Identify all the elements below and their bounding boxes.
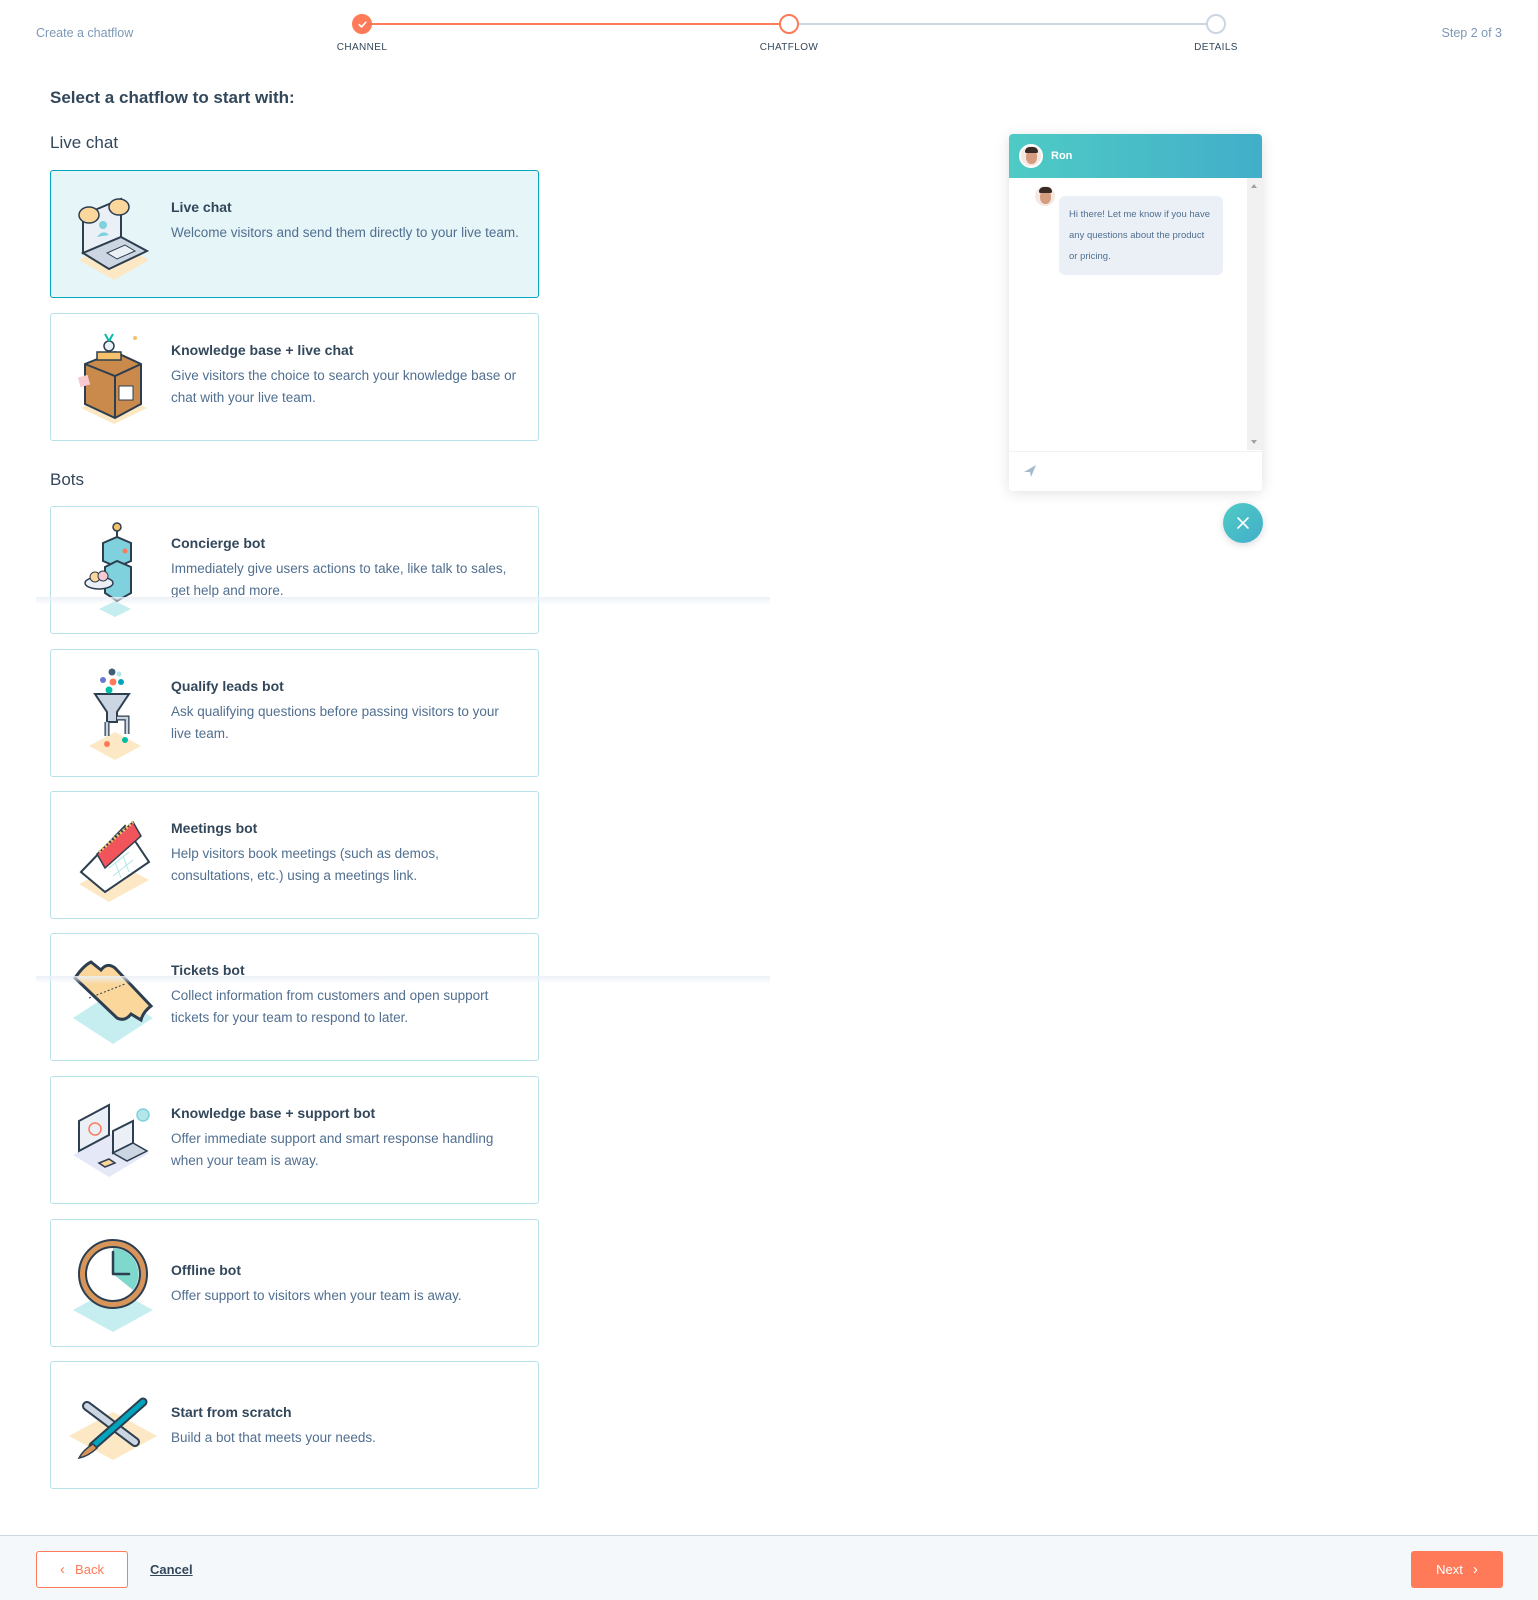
next-button[interactable]: Next ›	[1411, 1551, 1503, 1588]
card-description: Offer support to visitors when your team…	[171, 1288, 462, 1303]
step-pending-indicator	[1206, 14, 1226, 34]
calendar-illustration	[79, 820, 151, 902]
card-title: Knowledge base + live chat	[171, 342, 354, 358]
stepper-line-complete	[362, 23, 789, 25]
laptop-chat-illustration	[78, 197, 150, 280]
agent-avatar	[1019, 144, 1043, 168]
step-label: CHATFLOW	[759, 42, 819, 53]
chatflow-card-qualify-leads-bot[interactable]: Qualify leads bot Ask qualifying questio…	[50, 649, 539, 777]
stepper-line-incomplete	[789, 23, 1216, 25]
wizard-title: Create a chatflow	[36, 26, 134, 40]
chatflow-card-meetings-bot[interactable]: Meetings bot Help visitors book meetings…	[50, 791, 539, 919]
agent-name: Ron	[1051, 150, 1073, 162]
step-label: CHANNEL	[336, 42, 388, 53]
step-current-indicator	[779, 14, 799, 34]
next-label: Next	[1436, 1562, 1463, 1577]
card-title: Knowledge base + support bot	[171, 1105, 376, 1121]
card-title: Tickets bot	[171, 962, 245, 978]
back-label: Back	[75, 1562, 104, 1577]
chat-scrollbar[interactable]	[1247, 178, 1262, 450]
close-icon	[1237, 517, 1249, 529]
step-label: DETAILS	[1194, 42, 1238, 53]
card-description: Offer immediate support and smart respon…	[171, 1131, 494, 1168]
chatflow-card-tickets-bot[interactable]: Tickets bot Collect information from cus…	[50, 933, 539, 1061]
check-icon	[352, 14, 372, 34]
page-heading: Select a chatflow to start with:	[50, 88, 295, 107]
chevron-right-icon: ›	[1472, 1561, 1478, 1578]
progress-stepper: CHANNEL CHATFLOW DETAILS	[337, 14, 1237, 60]
card-description: Immediately give users actions to take, …	[171, 561, 507, 598]
robot-waiter-illustration	[84, 522, 132, 617]
tools-illustration	[69, 1397, 157, 1460]
chat-composer	[1009, 451, 1262, 491]
wizard-header: Create a chatflow CHANNEL CHATFLOW DETAI…	[0, 0, 1538, 70]
card-description: Help visitors book meetings (such as dem…	[171, 846, 439, 883]
card-title: Qualify leads bot	[171, 678, 284, 694]
filing-cabinet-illustration	[77, 333, 147, 424]
close-chat-button[interactable]	[1223, 503, 1263, 543]
chat-widget-preview: Ron Hi there! Let me know if you have an…	[1009, 134, 1262, 491]
card-description: Give visitors the choice to search your …	[171, 368, 517, 405]
devices-illustration	[73, 1103, 150, 1177]
chatflow-card-knowledge-base-support-bot[interactable]: Knowledge base + support bot Offer immed…	[50, 1076, 539, 1204]
card-title: Meetings bot	[171, 820, 258, 836]
card-title: Start from scratch	[171, 1404, 292, 1420]
chatflow-card-live-chat[interactable]: Live chat Welcome visitors and send them…	[50, 170, 539, 298]
chatflow-card-offline-bot[interactable]: Offline bot Offer support to visitors wh…	[50, 1219, 539, 1347]
card-title: Concierge bot	[171, 535, 266, 551]
ticket-illustration	[73, 960, 154, 1044]
chevron-left-icon: ‹	[60, 1561, 66, 1578]
cancel-link[interactable]: Cancel	[150, 1562, 193, 1577]
card-title: Offline bot	[171, 1262, 241, 1278]
chat-header: Ron	[1009, 134, 1262, 178]
message-avatar	[1035, 186, 1055, 206]
send-icon	[1024, 465, 1036, 477]
step-count: Step 2 of 3	[1441, 26, 1502, 40]
funnel-illustration	[89, 668, 141, 760]
section-heading-live-chat: Live chat	[50, 133, 119, 152]
card-title: Live chat	[171, 199, 232, 215]
card-description: Build a bot that meets your needs.	[171, 1430, 376, 1445]
card-description: Collect information from customers and o…	[171, 988, 489, 1025]
wizard-footer: ‹ Back Cancel Next ›	[0, 1535, 1538, 1600]
chat-messages: Hi there! Let me know if you have any qu…	[1009, 178, 1247, 450]
card-description: Welcome visitors and send them directly …	[171, 225, 519, 240]
section-heading-bots: Bots	[50, 470, 85, 489]
scroll-up-icon[interactable]	[1251, 184, 1257, 188]
scroll-down-icon[interactable]	[1251, 440, 1257, 444]
welcome-message: Hi there! Let me know if you have any qu…	[1059, 196, 1223, 275]
back-button[interactable]: ‹ Back	[36, 1551, 128, 1588]
chatflow-card-concierge-bot[interactable]: Concierge bot Immediately give users act…	[50, 506, 539, 634]
card-description: Ask qualifying questions before passing …	[171, 704, 499, 741]
clock-illustration	[73, 1239, 153, 1332]
chatflow-card-start-from-scratch[interactable]: Start from scratch Build a bot that meet…	[50, 1361, 539, 1489]
chatflow-card-knowledge-base-live-chat[interactable]: Knowledge base + live chat Give visitors…	[50, 313, 539, 441]
